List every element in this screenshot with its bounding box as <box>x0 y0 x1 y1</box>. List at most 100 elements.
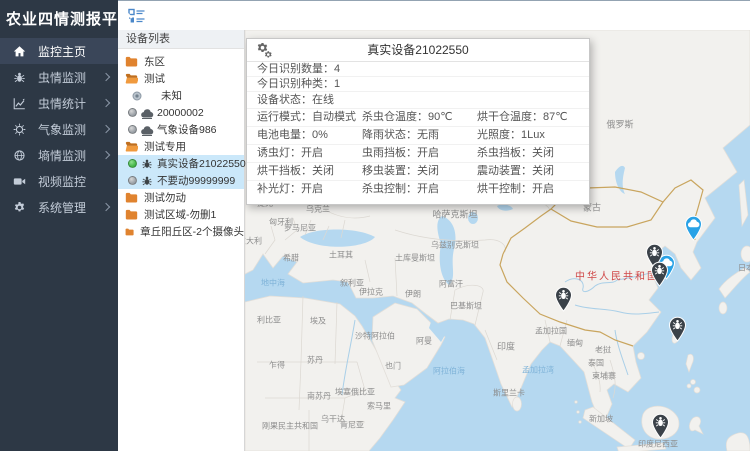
sidebar-item-label: 系统管理 <box>38 199 86 216</box>
map-label-place: 老挝 <box>595 345 611 356</box>
popup-field: 杀虫仓温度：90℃ <box>362 109 477 126</box>
device-list-header: 设备列表 <box>118 30 244 49</box>
sidebar-item-6[interactable]: 系统管理 <box>0 194 118 220</box>
insect-device-marker[interactable] <box>651 413 670 439</box>
unknown-sphere-icon <box>132 91 142 101</box>
sidebar-item-0[interactable]: 监控主页 <box>0 38 118 64</box>
tree-node-unknown[interactable]: 未知 <box>118 87 244 104</box>
map-label-place: 印度 <box>497 340 515 353</box>
map-label-place: 地中海 <box>261 278 285 289</box>
map-label-place: 南苏丹 <box>307 391 331 402</box>
tree-device-6[interactable]: 真实设备21022550 <box>118 155 244 172</box>
map-label-place: 孟加拉湾 <box>522 365 554 376</box>
sidebar-item-label: 监控主页 <box>38 43 86 60</box>
weather-icon <box>12 122 27 137</box>
status-dot-green <box>128 159 137 168</box>
tree-node-label: 测试勿动 <box>144 190 186 205</box>
map-label-place: 俄罗斯 <box>606 118 633 131</box>
popup-grid-row: 运行模式：自动模式杀虫仓温度：90℃烘干仓温度：87℃ <box>247 109 589 127</box>
folder-closed-icon <box>125 209 138 220</box>
popup-field: 补光灯：开启 <box>257 181 362 198</box>
tree-folder-0[interactable]: 东区 <box>118 53 244 70</box>
map-label-place: 日本 <box>738 263 750 274</box>
popup-field: 杀虫控制：开启 <box>362 181 477 198</box>
tree-node-label: 测试 <box>144 71 165 86</box>
map-label-place: 意大利 <box>245 236 262 247</box>
tree-folder-1[interactable]: 测试 <box>118 70 244 87</box>
map-canvas[interactable]: 俄罗斯蒙古中华人民共和国日本捷克乌克兰匈牙利罗马尼亚意大利希腊土耳其哈萨克斯坦乌… <box>245 30 750 451</box>
tree-folder-10[interactable]: 章丘阳丘区-2个摄像头 <box>118 223 244 240</box>
sidebar-item-2[interactable]: 虫情统计 <box>0 90 118 116</box>
popup-title: 真实设备21022550 <box>367 43 468 57</box>
tree-node-label: 未知 <box>161 88 182 103</box>
gear-icon <box>12 200 27 215</box>
status-dot-gray <box>128 108 137 117</box>
sidebar-item-3[interactable]: 气象监测 <box>0 116 118 142</box>
tree-node-label: 东区 <box>144 54 165 69</box>
popup-header: 真实设备21022550 <box>247 39 589 62</box>
app-title: 农业四情测报平台 <box>0 0 118 38</box>
tree-node-label: 测试专用 <box>144 139 186 154</box>
map-label-place: 肯尼亚 <box>340 420 364 431</box>
weather-device-marker[interactable] <box>684 215 703 241</box>
folder-open-icon <box>125 141 138 152</box>
map-label-place: 罗马尼亚 <box>284 223 316 234</box>
tree-device-7[interactable]: 不要动99999999 <box>118 172 244 189</box>
sidebar-item-5[interactable]: 视频监控 <box>0 168 118 194</box>
popup-grid-row: 电池电量：0%降雨状态：无雨光照度：1Lux <box>247 127 589 145</box>
popup-body: 今日识别数量：4今日识别种类：1设备状态：在线运行模式：自动模式杀虫仓温度：90… <box>247 62 589 204</box>
topbar <box>118 0 750 30</box>
chevron-right-icon <box>102 125 110 133</box>
tree-folder-9[interactable]: 测试区域-勿删1 <box>118 206 244 223</box>
map-label-place: 伊朗 <box>405 289 421 300</box>
chevron-right-icon <box>102 203 110 211</box>
map-label-place: 阿曼 <box>416 336 432 347</box>
device-tree: 东区测试未知20000002气象设备986测试专用真实设备21022550不要动… <box>118 49 244 240</box>
bug-icon <box>12 70 27 85</box>
tree-device-4[interactable]: 气象设备986 <box>118 121 244 138</box>
popup-stat-row: 今日识别种类：1 <box>247 77 589 92</box>
tree-node-label: 不要动99999999 <box>157 173 235 188</box>
chart-icon <box>12 96 27 111</box>
tree-device-3[interactable]: 20000002 <box>118 104 244 121</box>
tree-folder-5[interactable]: 测试专用 <box>118 138 244 155</box>
status-dot-gray <box>128 125 137 134</box>
sidebar-item-4[interactable]: 墒情监测 <box>0 142 118 168</box>
tree-node-label: 测试区域-勿删1 <box>144 207 216 222</box>
chevron-right-icon <box>102 151 110 159</box>
sidebar-menu: 监控主页虫情监测虫情统计气象监测墒情监测视频监控系统管理 <box>0 38 118 220</box>
tree-folder-8[interactable]: 测试勿动 <box>118 189 244 206</box>
map-label-place: 埃及 <box>310 316 326 327</box>
map-label-place: 乌克兰 <box>306 204 330 215</box>
insect-device-marker[interactable] <box>650 261 669 287</box>
popup-field: 诱虫灯：开启 <box>257 145 362 162</box>
popup-field: 运行模式：自动模式 <box>257 109 362 126</box>
gear-group-icon[interactable] <box>256 42 272 58</box>
map-label-place: 缅甸 <box>567 338 583 349</box>
popup-field: 杀虫挡板：关闭 <box>477 145 579 162</box>
map-label-place: 哈萨克斯坦 <box>432 208 477 221</box>
sidebar-item-label: 视频监控 <box>38 173 86 190</box>
status-dot-gray <box>128 176 137 185</box>
popup-field: 烘干控制：开启 <box>477 181 579 198</box>
weather-station-icon <box>140 124 154 136</box>
insect-device-icon <box>140 158 154 170</box>
map-label-place: 苏丹 <box>307 355 323 366</box>
popup-grid-row: 诱虫灯：开启虫雨挡板：开启杀虫挡板：关闭 <box>247 145 589 163</box>
chevron-right-icon <box>102 99 110 107</box>
popup-field: 移虫装置：关闭 <box>362 163 477 180</box>
popup-stat-row: 今日识别数量：4 <box>247 62 589 77</box>
moisture-icon <box>12 148 27 163</box>
tree-node-label: 章丘阳丘区-2个摄像头 <box>140 224 244 239</box>
insect-device-marker[interactable] <box>554 286 573 312</box>
sidebar-item-1[interactable]: 虫情监测 <box>0 64 118 90</box>
device-info-popup: 真实设备21022550 今日识别数量：4今日识别种类：1设备状态：在线运行模式… <box>246 38 590 205</box>
video-icon <box>12 174 27 189</box>
map-label-place: 埃塞俄比亚 <box>335 387 375 398</box>
map-label-place: 新加坡 <box>589 414 613 425</box>
insect-device-marker[interactable] <box>668 316 687 342</box>
chevron-right-icon <box>102 73 110 81</box>
folder-closed-icon <box>125 56 138 67</box>
popup-field: 震动装置：关闭 <box>477 163 579 180</box>
map-label-china: 中华人民共和国 <box>575 268 659 283</box>
